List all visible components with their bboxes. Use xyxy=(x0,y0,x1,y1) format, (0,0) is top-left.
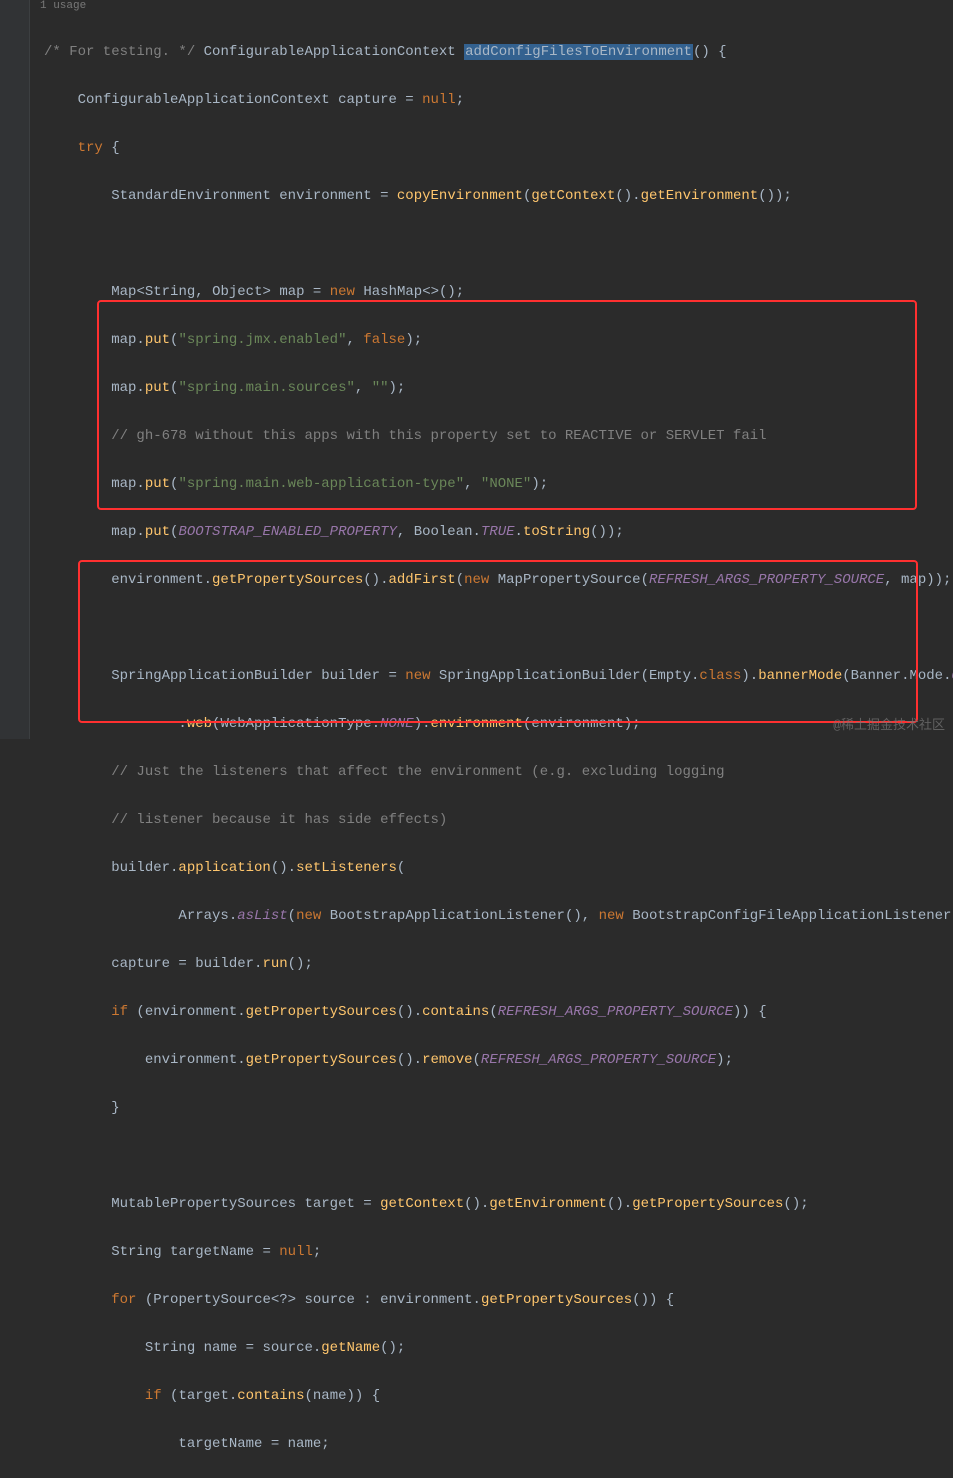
editor-gutter xyxy=(0,0,30,739)
null-kw: null xyxy=(422,92,456,108)
try-kw: try xyxy=(78,140,103,156)
comment: /* For testing. */ xyxy=(44,44,195,60)
method-name-highlighted[interactable]: addConfigFilesToEnvironment xyxy=(464,44,693,60)
type: ConfigurableApplicationContext xyxy=(78,92,330,108)
method-call: getEnvironment xyxy=(641,188,759,204)
comment: // gh-678 without this apps with this pr… xyxy=(111,428,766,444)
var: environment xyxy=(279,188,371,204)
var: capture xyxy=(338,92,397,108)
watermark: @稀土掘金技术社区 xyxy=(833,714,945,733)
code-editor[interactable]: /* For testing. */ ConfigurableApplicati… xyxy=(30,16,953,1478)
comment: // listener because it has side effects) xyxy=(111,812,447,828)
method-call: copyEnvironment xyxy=(397,188,523,204)
method-call: getContext xyxy=(531,188,615,204)
type: StandardEnvironment xyxy=(111,188,271,204)
type: Map xyxy=(111,284,136,300)
usages-label[interactable]: 1 usage xyxy=(40,0,86,12)
statement: targetName = name; xyxy=(178,1436,329,1452)
comment: // Just the listeners that affect the en… xyxy=(111,764,724,780)
return-type: ConfigurableApplicationContext xyxy=(204,44,456,60)
